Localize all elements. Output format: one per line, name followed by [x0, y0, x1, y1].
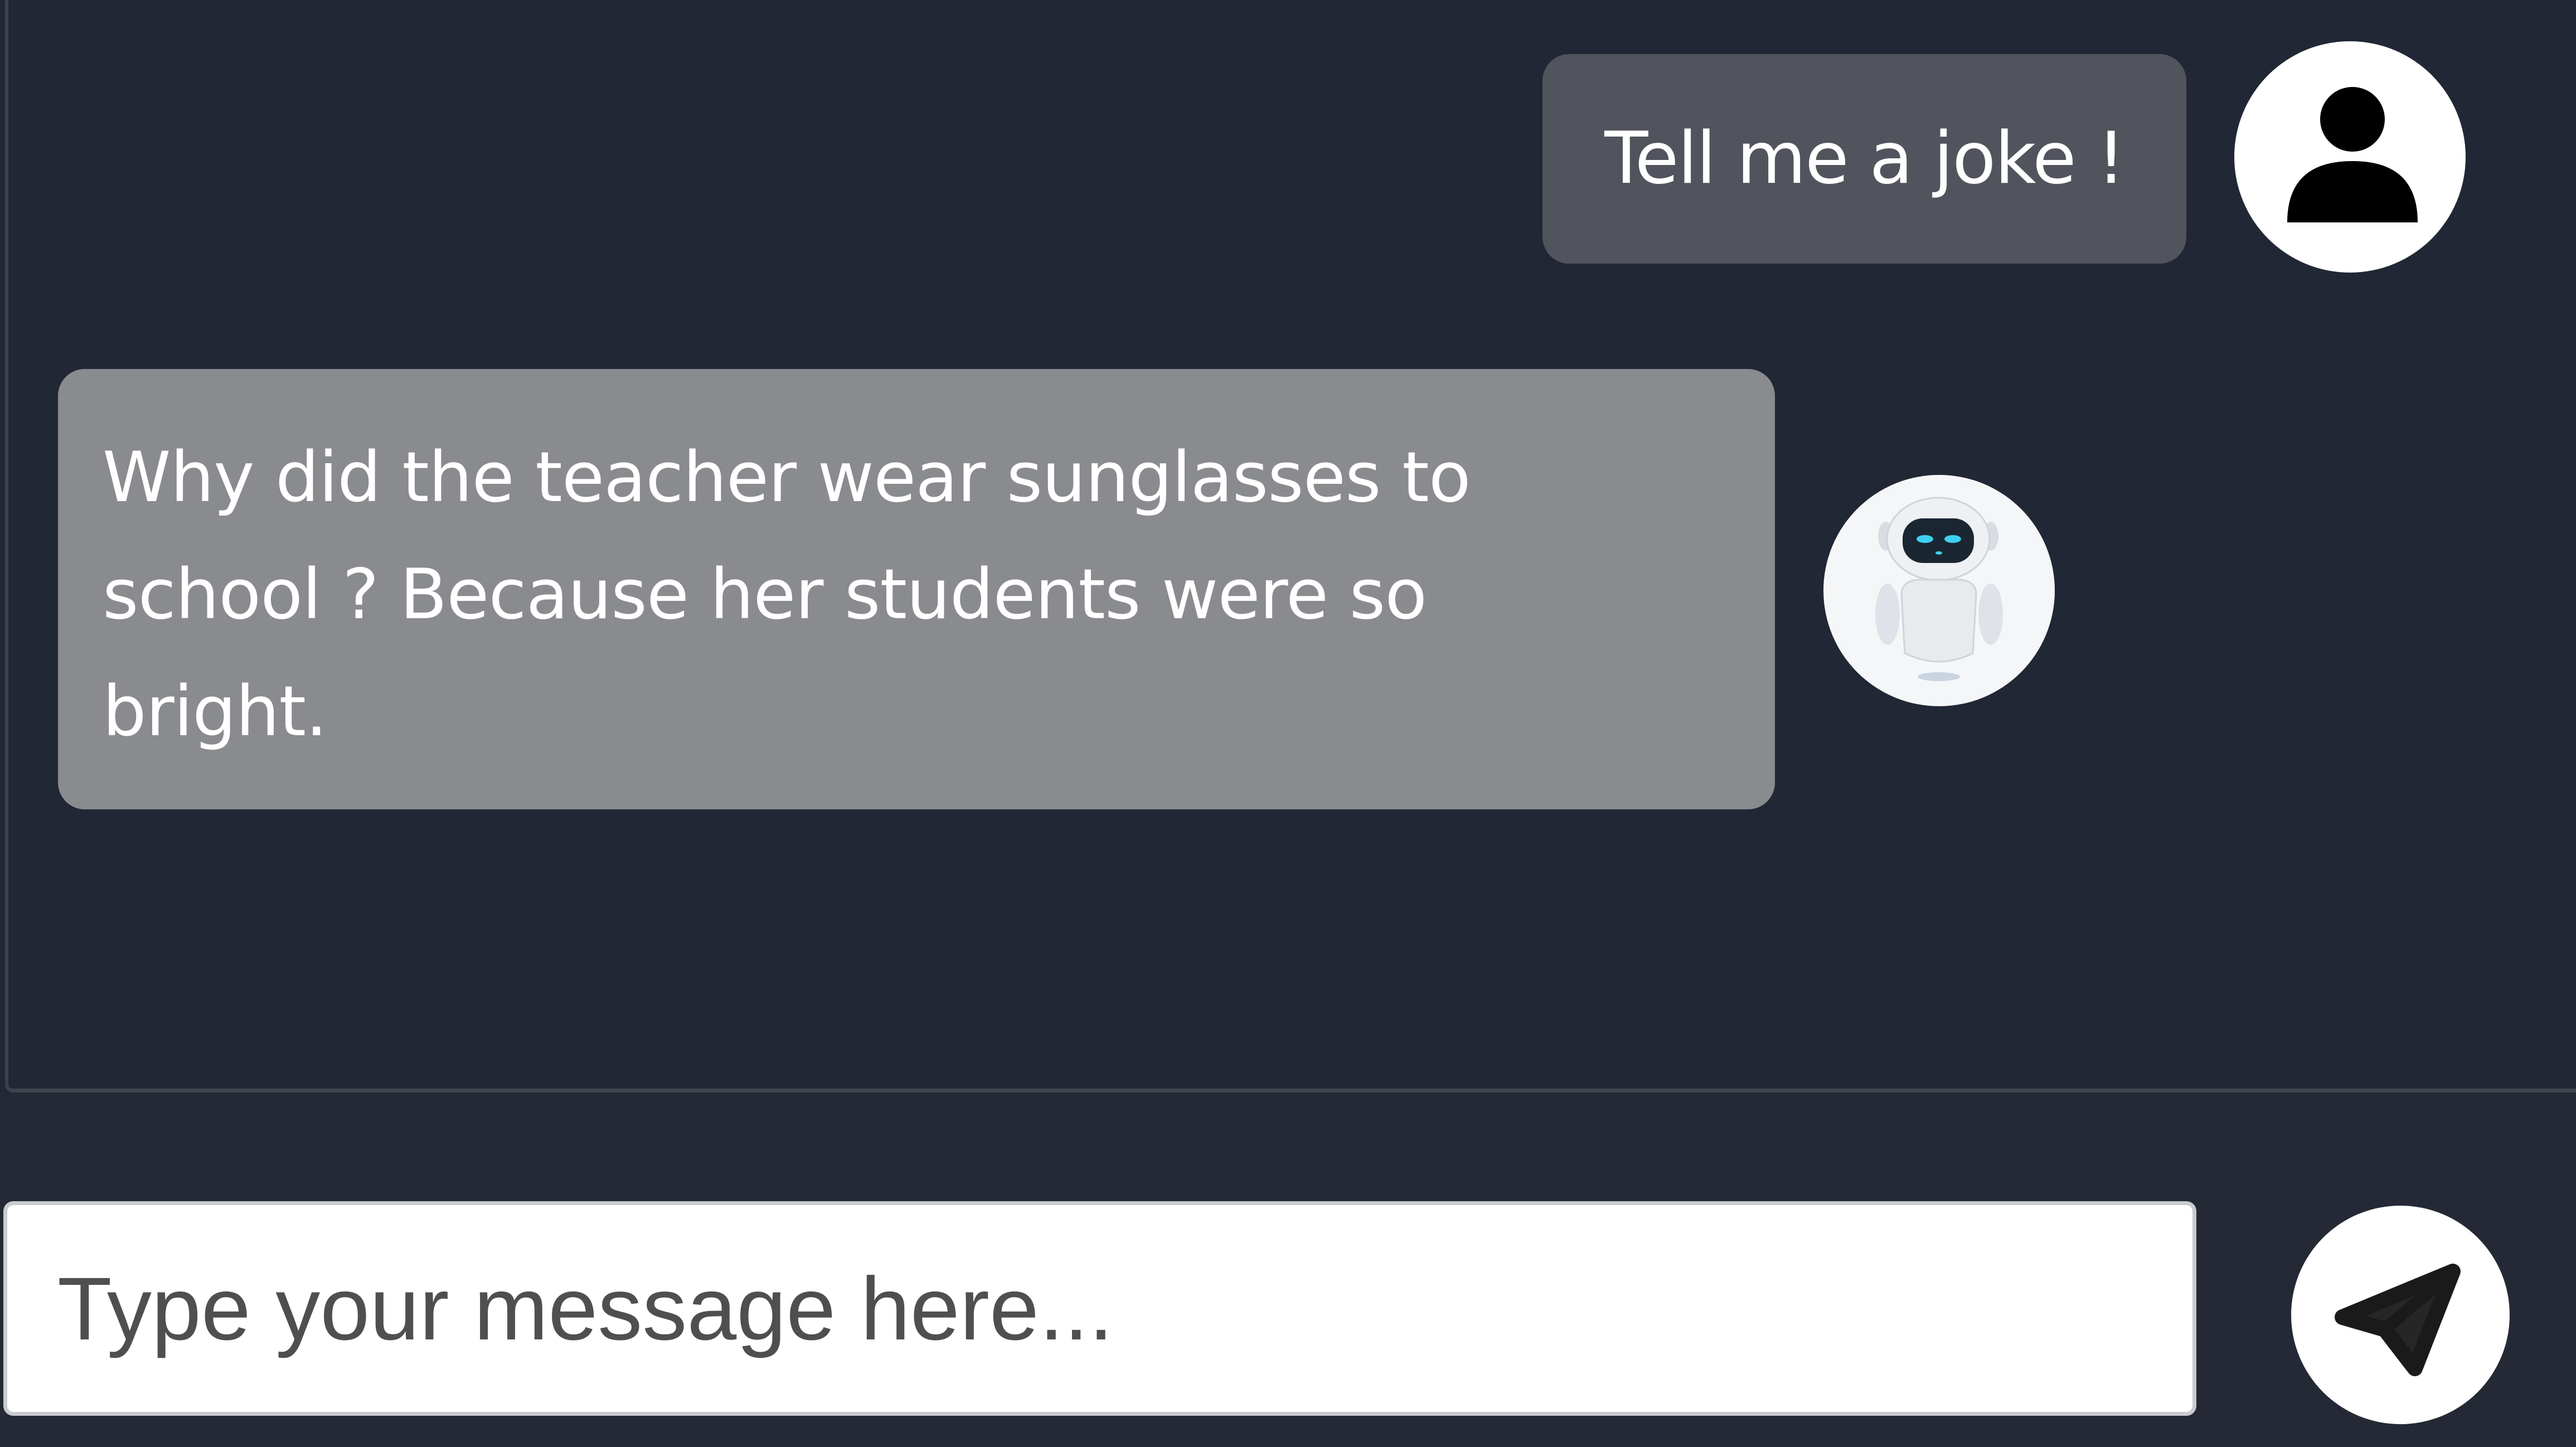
user-message-bubble: Tell me a joke !	[1542, 54, 2186, 264]
bot-message-line: Why did the teacher wear sunglasses to	[103, 438, 1471, 518]
bot-message-line: school ? Because her students were so	[103, 555, 1427, 635]
send-button[interactable]	[2291, 1206, 2510, 1424]
bot-message-bubble: Why did the teacher wear sunglasses to s…	[58, 369, 1775, 809]
bot-avatar	[1823, 475, 2055, 706]
bot-message-line: bright.	[103, 672, 327, 752]
user-avatar	[2234, 41, 2466, 273]
robot-icon	[1875, 497, 2003, 681]
user-message-text: Tell me a joke !	[1604, 117, 2125, 200]
message-input[interactable]	[3, 1201, 2196, 1416]
paper-plane-icon	[2335, 1264, 2461, 1376]
user-silhouette-icon	[2287, 87, 2418, 222]
